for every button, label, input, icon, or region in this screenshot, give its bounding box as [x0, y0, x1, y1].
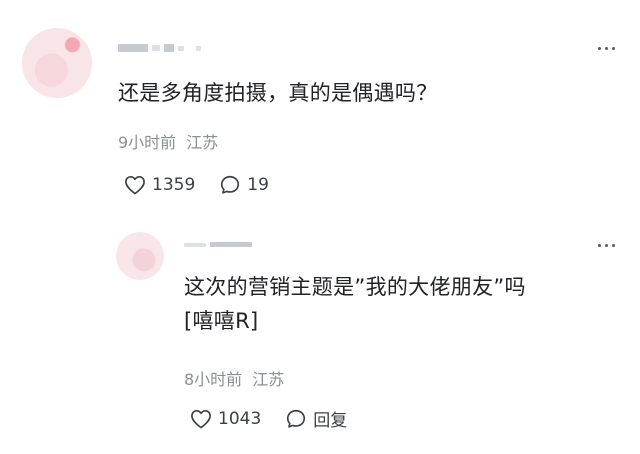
reply-count: 19 — [247, 175, 269, 195]
more-options-icon[interactable] — [598, 47, 615, 50]
comment-actions: 1043 回复 — [190, 406, 347, 431]
comment-text: 这次的营销主题是”我的大佬朋友”吗 [嘻嘻R] — [184, 270, 604, 338]
like-count: 1043 — [218, 408, 262, 429]
heart-outline-icon — [191, 409, 211, 428]
comment-text-line: 这次的营销主题是”我的大佬朋友”吗 — [184, 275, 526, 299]
heart-outline-icon — [125, 176, 145, 195]
speech-bubble-icon — [287, 409, 306, 428]
comment-location: 江苏 — [252, 370, 285, 389]
like-button[interactable]: 1043 — [190, 409, 261, 429]
like-button[interactable]: 1359 — [124, 175, 195, 195]
comment-text: 还是多角度拍摄，真的是偶遇吗？ — [118, 81, 438, 105]
comment-actions: 1359 19 — [124, 174, 269, 196]
avatar[interactable] — [22, 28, 92, 98]
comment-emoji-text: [嘻嘻R] — [184, 309, 259, 333]
speech-bubble-icon — [221, 175, 240, 194]
reply-button[interactable]: 19 — [219, 174, 269, 196]
like-count: 1359 — [152, 175, 196, 195]
comment-meta: 9小时前 江苏 — [118, 129, 218, 153]
reply-button[interactable]: 回复 — [285, 406, 347, 431]
more-options-icon[interactable] — [598, 244, 615, 247]
comment-time: 8小时前 — [184, 370, 243, 389]
comment-meta: 8小时前 江苏 — [184, 366, 284, 390]
comment-location: 江苏 — [186, 133, 219, 152]
username-blurred[interactable] — [118, 44, 201, 52]
comment-section: 还是多角度拍摄，真的是偶遇吗？ 9小时前 江苏 1359 19 这次的营销主题是… — [0, 0, 640, 454]
username-blurred[interactable] — [184, 242, 252, 247]
comment-time: 9小时前 — [118, 133, 177, 152]
avatar[interactable] — [116, 232, 164, 280]
reply-label: 回复 — [313, 411, 348, 431]
